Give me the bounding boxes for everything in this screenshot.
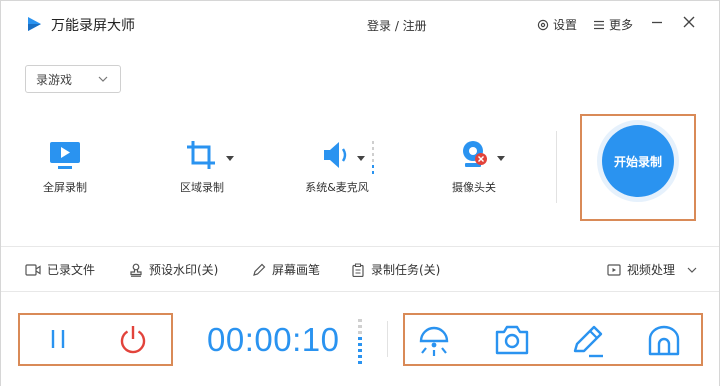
app-logo-icon — [28, 17, 41, 31]
recorded-files-button[interactable]: 已录文件 — [25, 261, 95, 278]
region-dropdown-arrow-icon[interactable] — [226, 156, 234, 161]
screen-pen-button[interactable]: 屏幕画笔 — [252, 261, 320, 278]
mic-level-meter — [372, 141, 374, 174]
gear-icon — [537, 19, 549, 30]
close-icon[interactable] — [681, 14, 697, 30]
login-register-link[interactable]: 登录 / 注册 — [367, 17, 427, 34]
region-record-tool[interactable]: 区域录制 — [172, 139, 234, 195]
video-processing-button[interactable]: 视频处理 — [607, 261, 697, 278]
settings-label: 设置 — [553, 18, 578, 32]
speaker-icon — [324, 142, 347, 168]
pen-icon — [253, 263, 266, 276]
pause-icon[interactable] — [46, 327, 70, 351]
chevron-down-icon — [98, 76, 108, 82]
divider — [556, 131, 557, 203]
fullscreen-record-label: 全屏录制 — [43, 181, 87, 194]
screen-pen-label: 屏幕画笔 — [272, 263, 321, 277]
app-title: 万能录屏大师 — [51, 18, 135, 34]
pencil-icon[interactable] — [569, 321, 607, 359]
video-processing-label: 视频处理 — [627, 263, 676, 277]
start-record-button[interactable]: 开始录制 — [602, 125, 674, 197]
record-mode-value: 录游戏 — [36, 72, 73, 87]
watermark-label: 预设水印(关) — [149, 263, 219, 277]
webcam-icon — [463, 141, 487, 167]
webcam-dropdown-arrow-icon[interactable] — [497, 156, 505, 161]
divider — [1, 291, 719, 292]
spotlight-icon[interactable] — [415, 321, 453, 359]
crop-icon — [187, 141, 215, 169]
watermark-button[interactable]: 预设水印(关) — [129, 261, 218, 278]
camera-icon[interactable] — [493, 321, 531, 359]
more-button[interactable]: 更多 — [593, 16, 633, 33]
fullscreen-record-tool[interactable]: 全屏录制 — [35, 141, 95, 195]
minimize-icon[interactable] — [649, 14, 665, 30]
webcam-label: 摄像头关 — [452, 181, 496, 194]
title-bar: 万能录屏大师 登录 / 注册 设置 更多 — [1, 1, 719, 47]
divider — [387, 321, 388, 357]
divider — [1, 246, 719, 247]
record-task-label: 录制任务(关) — [371, 263, 441, 277]
video-edit-icon — [607, 263, 621, 276]
hamburger-icon — [594, 20, 604, 29]
app-window: 万能录屏大师 登录 / 注册 设置 更多 录游戏 全屏录制 区域录制 系统&麦克… — [0, 0, 720, 386]
stamp-icon — [130, 263, 142, 277]
more-label: 更多 — [609, 18, 634, 32]
webcam-tool[interactable]: 摄像头关 — [439, 139, 509, 195]
record-timer: 00:00:10 — [207, 321, 340, 358]
clipboard-icon — [352, 263, 364, 277]
record-mode-dropdown[interactable]: 录游戏 — [25, 65, 121, 93]
audio-dropdown-arrow-icon[interactable] — [357, 156, 365, 161]
home-icon[interactable] — [645, 321, 683, 359]
record-task-button[interactable]: 录制任务(关) — [351, 261, 440, 278]
video-file-icon — [25, 263, 41, 276]
power-icon[interactable] — [117, 323, 149, 355]
chevron-down-icon — [687, 267, 697, 273]
recorded-files-label: 已录文件 — [47, 263, 96, 277]
audio-source-tool[interactable]: 系统&麦克风 — [301, 139, 373, 195]
region-record-label: 区域录制 — [180, 181, 224, 194]
volume-level-meter — [358, 319, 362, 364]
fullscreen-icon — [50, 142, 80, 169]
audio-source-label: 系统&麦克风 — [305, 181, 369, 194]
playback-controls-highlight — [18, 313, 173, 366]
settings-button[interactable]: 设置 — [537, 16, 577, 33]
